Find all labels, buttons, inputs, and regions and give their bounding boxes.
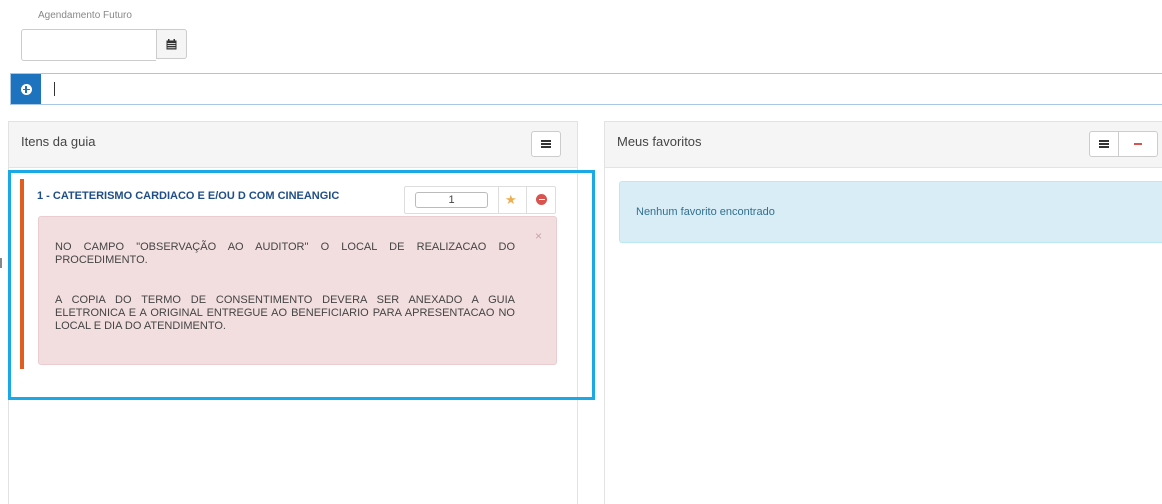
edge-marker bbox=[0, 258, 2, 268]
procedure-search-input[interactable] bbox=[49, 79, 1153, 101]
calendar-button[interactable] bbox=[156, 29, 187, 59]
itens-list-button[interactable] bbox=[531, 131, 561, 157]
list-icon bbox=[541, 140, 551, 148]
no-favorites-message: Nenhum favorito encontrado bbox=[636, 206, 775, 218]
calendar-icon bbox=[166, 38, 177, 49]
meus-favoritos-panel: Meus favoritos bbox=[604, 121, 1162, 504]
itens-da-guia-title: Itens da guia bbox=[21, 134, 96, 149]
itens-da-guia-header: Itens da guia bbox=[9, 122, 577, 168]
highlight-box bbox=[8, 170, 595, 400]
minus-icon bbox=[1134, 143, 1142, 145]
plus-circle-icon bbox=[20, 83, 32, 95]
no-favorites-alert: Nenhum favorito encontrado bbox=[619, 181, 1162, 243]
text-caret bbox=[54, 82, 55, 96]
meus-favoritos-header: Meus favoritos bbox=[605, 122, 1162, 168]
meus-favoritos-title: Meus favoritos bbox=[617, 134, 702, 149]
list-icon bbox=[1099, 140, 1109, 148]
agendamento-futuro-group bbox=[21, 29, 187, 61]
favoritos-list-button[interactable] bbox=[1089, 131, 1119, 157]
agendamento-futuro-label: Agendamento Futuro bbox=[38, 10, 132, 21]
procedure-search-bar bbox=[10, 73, 1162, 105]
agendamento-futuro-input[interactable] bbox=[21, 29, 156, 61]
favoritos-remove-button[interactable] bbox=[1118, 131, 1158, 157]
add-item-button[interactable] bbox=[11, 74, 41, 104]
